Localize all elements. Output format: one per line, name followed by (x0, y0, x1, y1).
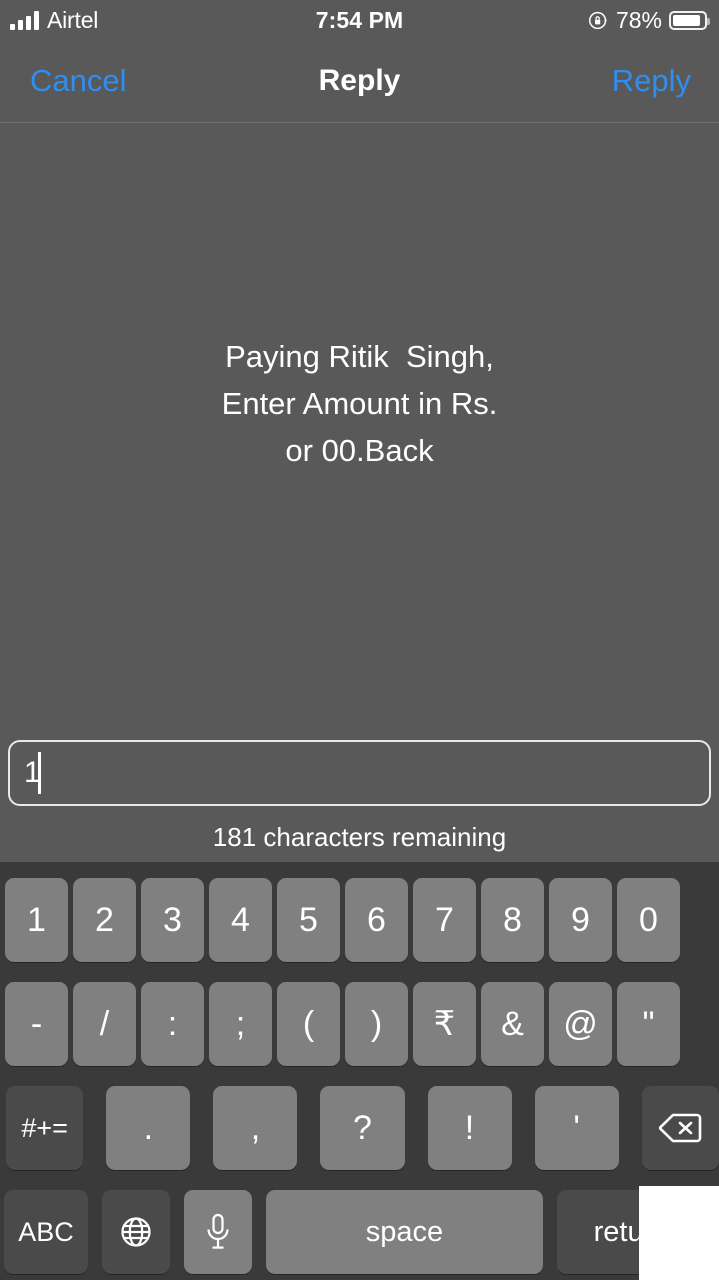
key-slash[interactable]: / (73, 982, 136, 1066)
key-period[interactable]: . (106, 1086, 191, 1170)
key-4[interactable]: 4 (209, 878, 272, 962)
reply-send-button[interactable]: Reply (612, 40, 691, 122)
status-bar: Airtel 7:54 PM 78% (0, 0, 719, 40)
key-9[interactable]: 9 (549, 878, 612, 962)
key-5[interactable]: 5 (277, 878, 340, 962)
key-8[interactable]: 8 (481, 878, 544, 962)
key-quote[interactable]: " (617, 982, 680, 1066)
key-rupee[interactable]: ₹ (413, 982, 476, 1066)
status-bar-right: 78% (588, 0, 710, 40)
on-screen-keyboard: 1 2 3 4 5 6 7 8 9 0 - / : ; ( ) ₹ & @ " … (0, 862, 719, 1280)
battery-icon (669, 10, 710, 30)
key-2[interactable]: 2 (73, 878, 136, 962)
key-6[interactable]: 6 (345, 878, 408, 962)
keyboard-row-numbers: 1 2 3 4 5 6 7 8 9 0 (0, 878, 719, 962)
message-body-text: Paying Ritik Singh, Enter Amount in Rs. … (221, 339, 498, 468)
dictation-key[interactable] (184, 1190, 252, 1274)
key-comma[interactable]: , (213, 1086, 298, 1170)
key-left-paren[interactable]: ( (277, 982, 340, 1066)
rotation-lock-icon (588, 11, 607, 29)
keyboard-row-symbols: - / : ; ( ) ₹ & @ " (0, 982, 719, 1066)
keyboard-row-bottom: ABC space return (0, 1190, 719, 1274)
key-apostrophe[interactable]: ' (534, 1086, 619, 1170)
symbols-toggle-key[interactable]: #+= (6, 1086, 84, 1170)
text-cursor (38, 752, 41, 794)
globe-icon (121, 1217, 151, 1247)
phone-screen: Airtel 7:54 PM 78% Cancel Reply Reply Pa… (0, 0, 719, 1280)
microphone-icon (207, 1213, 229, 1249)
abc-toggle-key[interactable]: ABC (4, 1190, 88, 1274)
key-semicolon[interactable]: ; (209, 982, 272, 1066)
character-count-label: 181 characters remaining (212, 822, 507, 852)
space-key[interactable]: space (266, 1190, 543, 1274)
key-0[interactable]: 0 (617, 878, 680, 962)
keyboard-row-punctuation: #+= . , ? ! ' (0, 1086, 719, 1170)
globe-key[interactable] (102, 1190, 170, 1274)
battery-percentage: 78% (615, 6, 662, 33)
key-at[interactable]: @ (549, 982, 612, 1066)
key-1[interactable]: 1 (5, 878, 68, 962)
key-ampersand[interactable]: & (481, 982, 544, 1066)
key-exclamation[interactable]: ! (427, 1086, 512, 1170)
backspace-icon (659, 1113, 702, 1143)
key-right-paren[interactable]: ) (345, 982, 408, 1066)
white-overlay-patch (639, 1186, 719, 1280)
key-7[interactable]: 7 (413, 878, 476, 962)
reply-text-input[interactable] (8, 740, 711, 806)
key-colon[interactable]: : (141, 982, 204, 1066)
key-hyphen[interactable]: - (5, 982, 68, 1066)
key-3[interactable]: 3 (141, 878, 204, 962)
navigation-bar: Cancel Reply Reply (0, 40, 719, 123)
key-question[interactable]: ? (320, 1086, 405, 1170)
backspace-key[interactable] (641, 1086, 719, 1170)
reply-input-container[interactable] (8, 740, 711, 806)
